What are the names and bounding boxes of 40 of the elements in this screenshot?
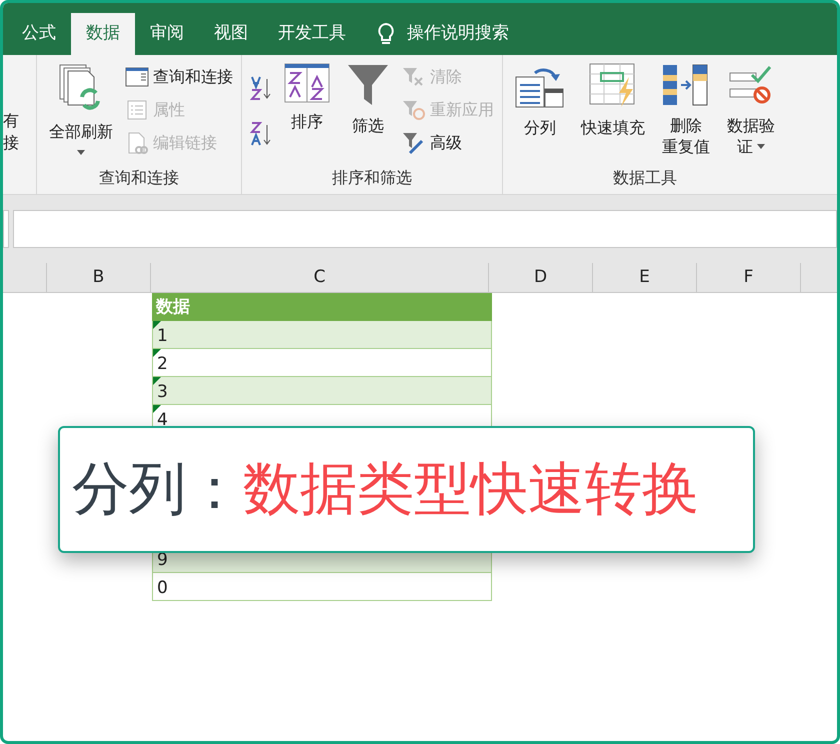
ribbon-button[interactable]: 查询和连接: [125, 63, 233, 90]
table-cell: 2: [152, 349, 492, 377]
ribbon-button[interactable]: 快速填充: [577, 63, 649, 138]
ribbon-tab[interactable]: 审阅: [135, 13, 199, 55]
column-header[interactable]: B: [47, 263, 151, 292]
ribbon-tab[interactable]: 公式: [7, 13, 71, 55]
sort-descending-icon[interactable]: [250, 121, 272, 147]
ribbon-tab[interactable]: 视图: [199, 13, 263, 55]
group-label: 排序和筛选: [332, 167, 412, 189]
ribbon-button-label: 有 接: [3, 110, 19, 154]
list-icon: [125, 98, 149, 120]
caption-text: 分列：数据类型快速转换: [72, 454, 699, 524]
lightbulb-icon: [377, 22, 395, 46]
ribbon-tab[interactable]: 开发工具: [263, 13, 361, 55]
column-header[interactable]: F: [697, 263, 801, 292]
funnel-icon: [346, 63, 390, 107]
sort-ascending-icon[interactable]: [250, 75, 272, 101]
column-header[interactable]: C: [151, 263, 489, 292]
table-header-cell: 数据: [152, 293, 492, 321]
table-cell: 3: [152, 377, 492, 405]
ribbon-tab[interactable]: 数据: [71, 13, 135, 55]
ribbon-button[interactable]: 高级: [402, 129, 494, 156]
column-header[interactable]: E: [593, 263, 697, 292]
group-label: 数据工具: [613, 167, 677, 189]
sort-icon: [284, 63, 330, 103]
table-window-icon: [125, 66, 149, 88]
ribbon-button[interactable]: 全部刷新: [45, 63, 117, 155]
ribbon-button[interactable]: 分列: [511, 63, 569, 138]
group-label: 查询和连接: [99, 167, 179, 189]
ribbon-button[interactable]: 数据验 证: [723, 63, 779, 157]
column-header[interactable]: D: [489, 263, 593, 292]
ribbon-button[interactable]: 筛选: [342, 63, 394, 136]
ribbon-button[interactable]: 排序: [280, 63, 334, 132]
funnel-reload-icon: [402, 98, 426, 120]
funnel-pencil-icon: [402, 130, 426, 154]
tell-me-search-field[interactable]: 操作说明搜索: [407, 21, 567, 47]
lightning-table-icon: [589, 63, 637, 109]
table-cell: 1: [152, 321, 492, 349]
ribbon-button[interactable]: 删除 重复值: [657, 63, 715, 157]
table-cell: 0: [152, 573, 492, 601]
